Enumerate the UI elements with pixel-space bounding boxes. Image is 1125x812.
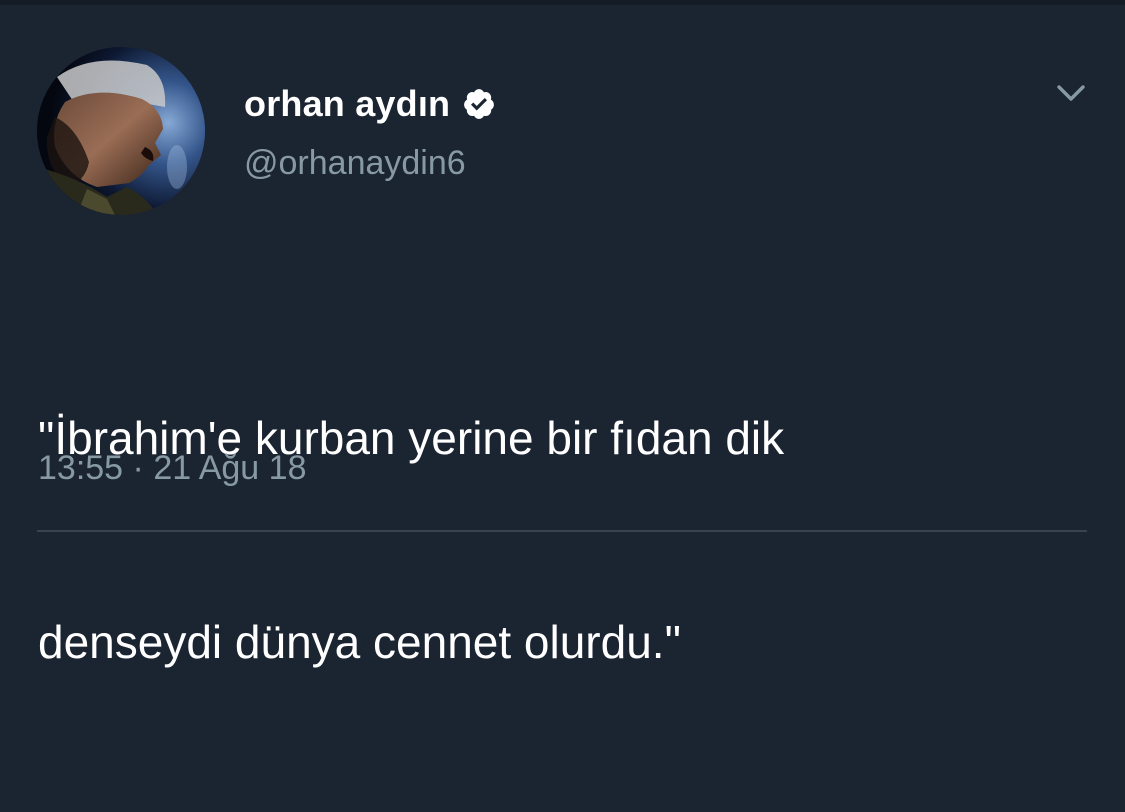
chevron-down-icon[interactable]	[1052, 78, 1090, 108]
verified-badge-icon	[462, 87, 496, 121]
avatar-photo	[37, 47, 205, 215]
timestamp-separator: ·	[132, 449, 144, 487]
tweet-date: 21 Ağu 18	[153, 449, 307, 487]
display-name-row[interactable]: orhan aydın	[244, 82, 496, 126]
tweet-time: 13:55	[38, 449, 124, 487]
tweet-text-line: denseydi dünya cennet olurdu."	[38, 616, 681, 668]
divider	[37, 530, 1087, 532]
avatar[interactable]	[37, 47, 205, 215]
tweet-text: "İbrahim'e kurban yerine bir fıdan dik d…	[38, 268, 1098, 812]
display-name[interactable]: orhan aydın	[244, 82, 450, 126]
user-handle[interactable]: @orhanaydin6	[244, 142, 466, 184]
timestamp[interactable]: 13:55 · 21 Ağu 18	[38, 446, 306, 490]
tweet-card[interactable]: orhan aydın @orhanaydin6 "İbrahim'e kurb…	[0, 0, 1125, 668]
